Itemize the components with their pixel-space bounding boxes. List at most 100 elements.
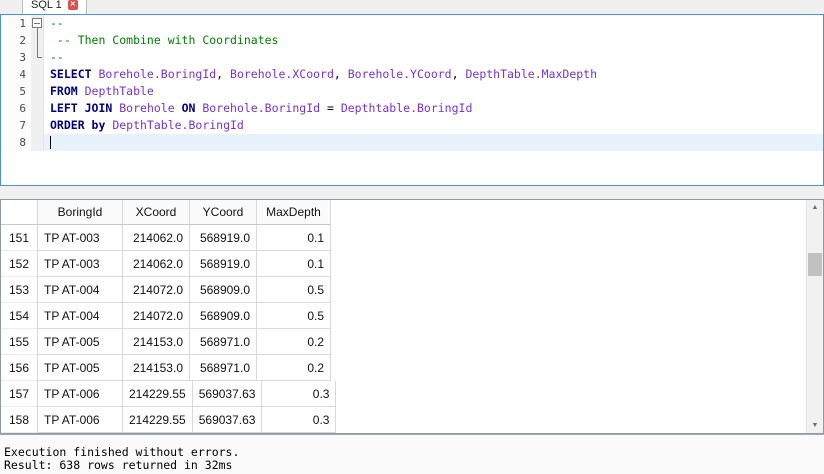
vertical-scrollbar[interactable]: ▲ ▼	[806, 200, 823, 433]
results-grid: BoringId XCoord YCoord MaxDepth 151 TP AT-003…	[1, 200, 806, 433]
results-cell[interactable]: 214062.0	[123, 225, 190, 251]
fold-margin	[31, 83, 44, 100]
editor-line-6[interactable]: 6 LEFT JOIN Borehole ON Borehole.BoringId…	[1, 100, 823, 117]
row-header[interactable]: 151	[1, 225, 38, 251]
text-cursor	[50, 136, 51, 149]
fold-margin	[31, 134, 44, 151]
results-cell[interactable]: 214062.0	[123, 251, 190, 277]
line-number[interactable]: 8	[1, 134, 31, 151]
table-row: 153 TP AT-004 214072.0 568909.0 0.5	[1, 277, 806, 303]
code-text[interactable]: --	[44, 15, 823, 32]
results-cell[interactable]: TP AT-006	[38, 381, 123, 407]
fold-tick	[37, 57, 42, 58]
table-row: 158 TP AT-006 214229.55 569037.63 0.3	[1, 407, 806, 433]
fold-line	[37, 32, 38, 49]
row-header[interactable]: 155	[1, 329, 38, 355]
token-keyword: ON	[181, 101, 203, 115]
line-number[interactable]: 6	[1, 100, 31, 117]
results-cell[interactable]: 568971.0	[190, 355, 257, 381]
results-cell[interactable]: 569037.63	[192, 381, 263, 407]
column-header-boringid[interactable]: BoringId	[38, 200, 123, 225]
column-header-ycoord[interactable]: YCoord	[190, 200, 257, 225]
results-cell[interactable]: 568919.0	[190, 225, 257, 251]
results-cell[interactable]: TP AT-003	[38, 251, 123, 277]
token-comment: --	[50, 50, 64, 64]
editor-line-2[interactable]: 2 -- Then Combine with Coordinates	[1, 32, 823, 49]
editor-line-1[interactable]: 1 --	[1, 15, 823, 32]
token-plain: ,	[451, 67, 466, 81]
editor-line-8[interactable]: 8	[1, 134, 823, 151]
results-cell[interactable]: 214229.55	[123, 407, 193, 433]
line-number[interactable]: 4	[1, 66, 31, 83]
row-header[interactable]: 154	[1, 303, 38, 329]
results-cell[interactable]: 569037.63	[192, 407, 263, 433]
results-cell[interactable]: 568909.0	[190, 303, 257, 329]
row-header[interactable]: 157	[1, 381, 38, 407]
results-cell[interactable]: 214153.0	[123, 329, 190, 355]
results-cell[interactable]: 214072.0	[123, 277, 190, 303]
line-number[interactable]: 2	[1, 32, 31, 49]
code-text[interactable]: --	[44, 49, 823, 66]
pane-splitter[interactable]	[0, 186, 824, 199]
fold-margin	[31, 117, 44, 134]
status-line-2: Result: 638 rows returned in 32ms	[4, 458, 233, 472]
line-number[interactable]: 3	[1, 49, 31, 66]
results-cell[interactable]: 0.2	[257, 355, 331, 381]
results-cell[interactable]: TP AT-006	[38, 407, 123, 433]
line-number[interactable]: 7	[1, 117, 31, 134]
table-row: 154 TP AT-004 214072.0 568909.0 0.5	[1, 303, 806, 329]
code-text[interactable]	[44, 134, 823, 151]
token-identifier: Depthtable.BoringId	[340, 101, 473, 115]
results-cell[interactable]: 214153.0	[123, 355, 190, 381]
results-cell[interactable]: TP AT-004	[38, 303, 123, 329]
row-header[interactable]: 156	[1, 355, 38, 381]
results-cell[interactable]: 0.1	[257, 225, 331, 251]
fold-minus	[34, 23, 40, 24]
editor-line-7[interactable]: 7 ORDER by DepthTable.BoringId	[1, 117, 823, 134]
column-header-maxdepth[interactable]: MaxDepth	[257, 200, 331, 225]
token-identifier: Borehole.YCoord	[347, 67, 452, 81]
grid-corner[interactable]	[1, 200, 38, 225]
results-cell[interactable]: 214072.0	[123, 303, 190, 329]
line-number[interactable]: 5	[1, 83, 31, 100]
scroll-down-icon[interactable]: ▼	[807, 418, 823, 433]
editor-line-5[interactable]: 5 FROM DepthTable	[1, 83, 823, 100]
results-cell[interactable]: TP AT-005	[38, 355, 123, 381]
fold-marker-line-icon	[31, 32, 44, 49]
code-text[interactable]: FROM DepthTable	[44, 83, 823, 100]
row-header[interactable]: 152	[1, 251, 38, 277]
scroll-thumb[interactable]	[808, 253, 822, 276]
results-cell[interactable]: 0.5	[257, 277, 331, 303]
column-header-xcoord[interactable]: XCoord	[123, 200, 190, 225]
code-text[interactable]: LEFT JOIN Borehole ON Borehole.BoringId …	[44, 100, 823, 117]
results-cell[interactable]: 568971.0	[190, 329, 257, 355]
table-row: 156 TP AT-005 214153.0 568971.0 0.2	[1, 355, 806, 381]
row-header[interactable]: 158	[1, 407, 38, 433]
tab-close-icon[interactable]: ✕	[67, 0, 78, 10]
sql-editor[interactable]: 1 -- 2 -- Then Combine with Coordinates 3 --…	[0, 14, 824, 186]
code-text[interactable]: ORDER by DepthTable.BoringId	[44, 117, 823, 134]
results-cell[interactable]: TP AT-004	[38, 277, 123, 303]
token-identifier: DepthTable.BoringId	[112, 118, 244, 132]
results-cell[interactable]: 0.5	[257, 303, 331, 329]
results-cell[interactable]: 568909.0	[190, 277, 257, 303]
results-cell[interactable]: 0.1	[257, 251, 331, 277]
scroll-up-icon[interactable]: ▲	[807, 200, 823, 215]
line-number[interactable]: 1	[1, 15, 31, 32]
results-cell[interactable]: 214229.55	[123, 381, 193, 407]
results-cell[interactable]: 0.3	[262, 407, 337, 433]
code-text[interactable]: SELECT Borehole.BoringId, Borehole.XCoor…	[44, 66, 823, 83]
results-cell[interactable]: 0.2	[257, 329, 331, 355]
tab-sql-1[interactable]: SQL 1 ✕	[22, 0, 87, 14]
row-header[interactable]: 153	[1, 277, 38, 303]
code-text[interactable]: -- Then Combine with Coordinates	[44, 32, 823, 49]
token-comment: --	[50, 16, 64, 30]
editor-line-3[interactable]: 3 --	[1, 49, 823, 66]
editor-line-4[interactable]: 4 SELECT Borehole.BoringId, Borehole.XCoo…	[1, 66, 823, 83]
results-cell[interactable]: 568919.0	[190, 251, 257, 277]
results-cell[interactable]: TP AT-005	[38, 329, 123, 355]
token-comment: -- Then Combine with Coordinates	[50, 33, 279, 47]
fold-marker-open-icon[interactable]	[31, 15, 44, 32]
results-cell[interactable]: TP AT-003	[38, 225, 123, 251]
results-cell[interactable]: 0.3	[262, 381, 337, 407]
